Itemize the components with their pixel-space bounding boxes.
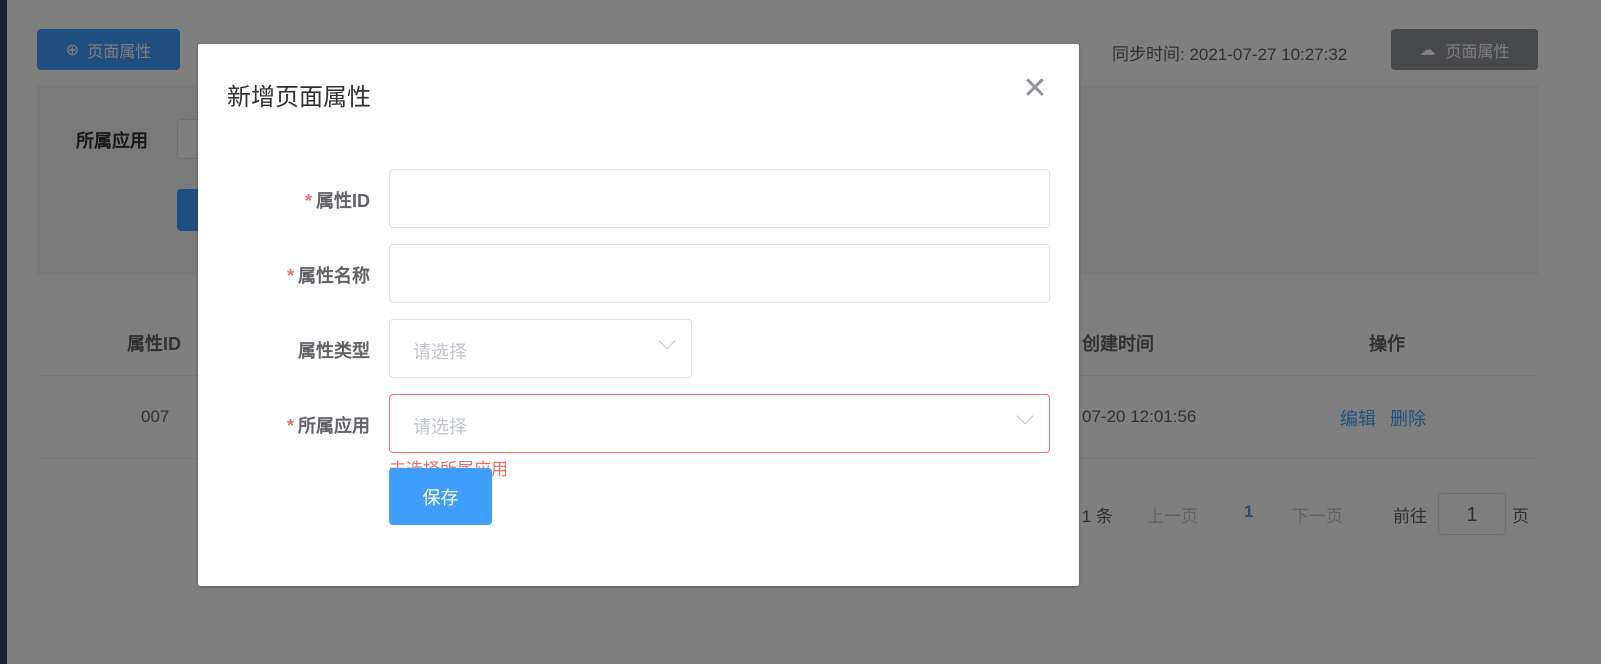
attribute-id-input[interactable] [389, 169, 1050, 228]
chevron-down-icon [1016, 407, 1034, 425]
dialog-title: 新增页面属性 [227, 84, 371, 111]
save-button[interactable]: 保存 [389, 468, 492, 525]
placeholder: 请选择 [413, 342, 467, 362]
placeholder: 请选择 [413, 417, 467, 437]
add-page-attribute-dialog: 新增页面属性 ✕ * 属性ID * 属性名称 属性类型 请选择 * 所属应用 请选择 … [198, 44, 1079, 586]
attribute-name-input[interactable] [389, 244, 1050, 303]
close-icon[interactable]: ✕ [1020, 74, 1050, 104]
attribute-type-select[interactable]: 请选择 [389, 319, 692, 378]
chevron-down-icon [658, 332, 676, 350]
field-label-app: * 所属应用 [286, 416, 370, 436]
field-label-name: * 属性名称 [286, 266, 370, 286]
app-select[interactable]: 请选择 [389, 394, 1050, 453]
field-label-id: * 属性ID [304, 191, 370, 211]
field-label-type: 属性类型 [298, 341, 370, 361]
